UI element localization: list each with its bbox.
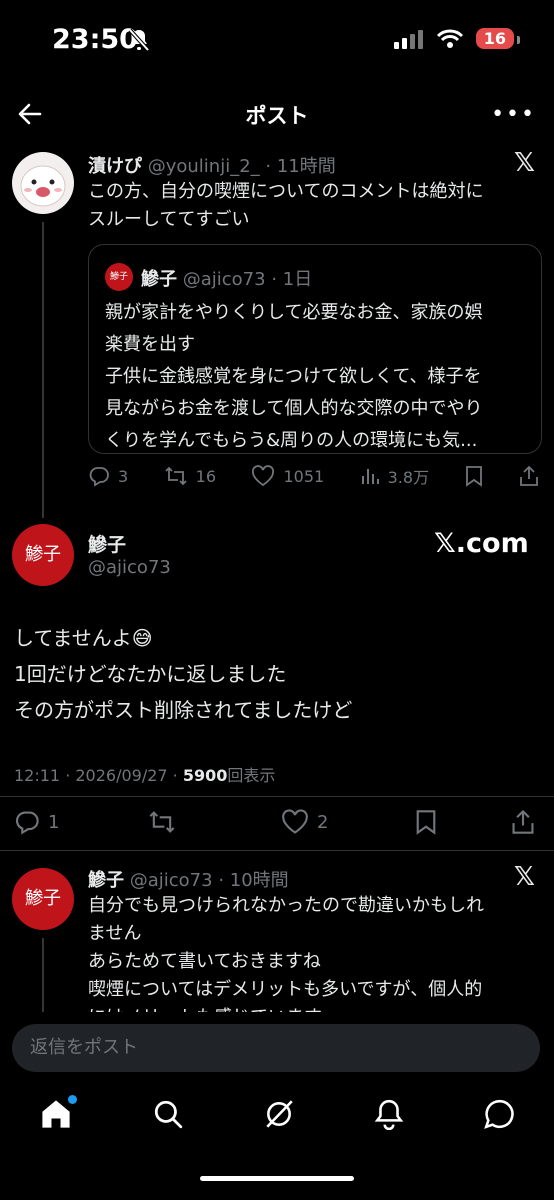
share-icon xyxy=(520,465,538,486)
main-retweet-button[interactable] xyxy=(148,809,208,835)
views-button[interactable]: 3.8万 xyxy=(360,464,429,488)
main-tweet-actions: 1 2 xyxy=(14,806,536,838)
thread-line xyxy=(42,222,44,518)
bookmark-button[interactable] xyxy=(465,465,483,487)
heart-icon xyxy=(282,809,308,834)
reply-text: 自分でも見つけられなかったので勘違いかもしれ ません あらためて書いておきますね… xyxy=(88,895,484,1014)
reply-header: 鰺子 @ajico73 · 10時間 xyxy=(88,870,289,891)
main-bookmark-button[interactable] xyxy=(415,809,437,835)
wifi-icon xyxy=(436,29,463,48)
tweet-header: 漬けぴ @youlinji_2_ · 11時間 xyxy=(88,152,336,178)
tweet-text: この方、自分の喫煙についてのコメントは絶対に スルーしててすごい xyxy=(88,181,484,230)
tweet-time: · 11時間 xyxy=(265,156,336,177)
status-time: 23:50 xyxy=(52,24,138,55)
notification-dot xyxy=(68,1095,78,1104)
top-header: ポスト ••• xyxy=(0,92,554,138)
views-icon xyxy=(361,469,379,484)
bookmark-icon xyxy=(416,810,435,835)
grok-icon[interactable] xyxy=(263,1098,295,1134)
tab-bar xyxy=(0,1090,554,1142)
bookmark-icon xyxy=(465,466,482,487)
share-icon xyxy=(512,809,534,834)
main-reply-button[interactable]: 1 xyxy=(14,809,74,835)
retweet-icon xyxy=(149,811,174,833)
more-icon[interactable]: ••• xyxy=(491,102,536,127)
home-indicator xyxy=(200,1176,354,1181)
retweet-button[interactable]: 16 xyxy=(164,465,216,487)
share-button[interactable] xyxy=(518,465,540,487)
notifications-icon[interactable] xyxy=(374,1098,404,1134)
like-button[interactable]: 1051 xyxy=(251,465,324,487)
page-title: ポスト xyxy=(245,104,309,128)
author-handle[interactable]: @youlinji_2_ xyxy=(148,156,260,177)
main-author-name[interactable]: 鰺子 xyxy=(88,530,126,557)
quote-avatar: 鯵子 xyxy=(105,263,133,291)
main-author-handle[interactable]: @ajico73 xyxy=(88,557,171,578)
retweet-icon xyxy=(165,466,187,486)
quote-text: 親が家計をやりくりして必要なお金、家族の娯 楽費を出す 子供に金銭感覚を身につけ… xyxy=(105,302,483,451)
reply-icon xyxy=(89,467,109,487)
cellular-signal-icon xyxy=(393,29,423,49)
x-logo-icon: 𝕏 xyxy=(514,862,535,892)
quoted-tweet[interactable]: 鯵子 鰺子 @ajico73 · 1日 親が家計をやりくりして必要なお金、家族の… xyxy=(88,244,542,454)
reply-icon xyxy=(16,811,39,835)
thread-line xyxy=(42,938,44,1018)
reply-button[interactable]: 3 xyxy=(88,465,128,487)
divider xyxy=(0,850,554,851)
divider xyxy=(0,796,554,797)
main-like-button[interactable]: 2 xyxy=(281,809,341,835)
x-com-logo: 𝕏.com xyxy=(434,528,529,559)
x-logo-icon: 𝕏 xyxy=(514,148,535,178)
heart-icon xyxy=(252,465,275,487)
main-tweet-text: してませんよ😅 1回だけどなたかに返しました その方がポスト削除されてましたけど xyxy=(14,626,353,722)
quote-header: 鰺子 @ajico73 · 1日 xyxy=(141,269,313,290)
main-avatar[interactable]: 鯵子 xyxy=(12,524,74,586)
author-name[interactable]: 漬けぴ xyxy=(88,156,142,177)
tweet-actions: 3 16 1051 3.8万 xyxy=(88,462,540,490)
messages-icon[interactable] xyxy=(483,1098,515,1134)
tweet-meta: 12:11 · 2026/09/27 · 5900回表示 xyxy=(14,766,276,785)
reply-input[interactable]: 返信をポスト xyxy=(12,1024,540,1072)
reply-avatar[interactable]: 鯵子 xyxy=(12,868,74,930)
home-icon[interactable] xyxy=(39,1095,78,1135)
battery-badge: 16 xyxy=(475,28,521,49)
status-icons: 16 xyxy=(393,28,521,49)
mute-bell-icon xyxy=(128,28,150,56)
avatar[interactable] xyxy=(12,152,74,214)
search-icon[interactable] xyxy=(152,1098,184,1134)
main-share-button[interactable] xyxy=(510,809,536,835)
